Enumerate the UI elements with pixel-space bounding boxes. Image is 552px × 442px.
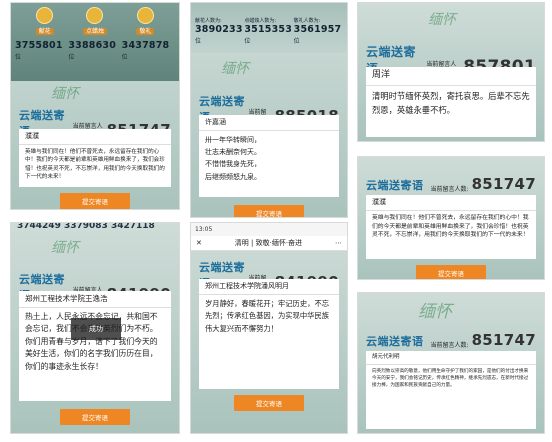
poem-line: 卅一年华转瞬间，	[205, 135, 261, 144]
calligraphy-logo: 缅怀	[221, 61, 249, 77]
message-card: 郑州工程技术学院王逸浩 热土上，人民永远不会忘记，共和国不会忘记，我们不会忘记英…	[19, 291, 171, 401]
message-card: 许嘉涵 卅一年华转瞬间， 壮志未酬奈何天。 不惜惜我身先死， 后继频频怒九泉。	[199, 115, 339, 197]
more-icon[interactable]: ⋯	[335, 239, 342, 247]
stat-flowers: 献花人数为: 3890233位	[195, 18, 243, 45]
submit-button[interactable]: 提交寄语	[60, 409, 130, 425]
poem-line: 后继频频怒九泉。	[205, 172, 261, 181]
screenshot-collage: 献花 点蜡烛 敬礼 3755801位 3388630位 3437878位 缅怀 …	[0, 0, 552, 442]
calligraphy-logo: 缅怀	[428, 12, 456, 28]
calligraphy-logo: 缅怀	[51, 240, 79, 256]
author-name: 胡元代利明	[366, 351, 536, 365]
poem-line: 不惜惜我身先死，	[205, 160, 261, 169]
stats-strip: 3744249 3379083 3427118	[17, 222, 155, 231]
author-name: 许嘉涵	[199, 115, 339, 131]
submit-button[interactable]: 提交寄语	[60, 193, 130, 209]
message-count: 851747	[471, 331, 536, 349]
submit-button[interactable]: 提交寄语	[416, 265, 486, 279]
author-name: 周洋	[366, 67, 536, 86]
stat-salutes: 敬礼人数为: 3561957位	[293, 18, 342, 45]
nav-bar: ✕ 清明 | 致敬·缅怀·奋进 ⋯	[191, 236, 347, 251]
message-text: 英雄与我们同在！他们不曾死去，永远留存在我们的心中！我们的今天都是前辈和英雄用鲜…	[372, 214, 529, 239]
candle-action[interactable]: 点蜡烛	[82, 7, 107, 35]
message-text: 向英烈致以崇高的敬意，他们用生命守护了我们的家园，是他们的付出才换来今天的安宁，…	[372, 368, 529, 388]
screen-panel-5: 3744249 3379083 3427118 缅怀 云端送寄语 当前留言人数:…	[10, 222, 180, 434]
screen-panel-6: 13:05 ✕ 清明 | 致敬·缅怀·奋进 ⋯ 云端送寄语 当前留言人数:841…	[190, 222, 348, 434]
message-text: 岁月静好，春暖花开；牢记历史，不忘先烈；传承红色基因，为实现中华民族伟大复兴而不…	[205, 298, 330, 333]
close-icon[interactable]: ✕	[196, 239, 202, 247]
message-card: 郑州工程技术学院潘风明月 岁月静好，春暖花开；牢记历史，不忘先烈；传承红色基因，…	[199, 279, 339, 389]
hero-banner: 献花 点蜡烛 敬礼 3755801位 3388630位 3437878位	[11, 3, 179, 81]
submit-button[interactable]: 提交寄语	[234, 205, 304, 217]
author-name: 濮濮	[19, 129, 171, 145]
message-card: 濮濮 英雄与我们同在！他们不曾死去，永远留存在我们的心中！我们的今天都是前辈和英…	[366, 195, 536, 259]
screen-panel-1: 献花 点蜡烛 敬礼 3755801位 3388630位 3437878位 缅怀 …	[10, 2, 180, 210]
author-name: 濮濮	[366, 195, 536, 211]
screen-panel-4: 云端送寄语 当前留言人数: 851747 濮濮 英雄与我们同在！他们不曾死去，永远…	[357, 156, 545, 280]
calligraphy-logo: 缅怀	[418, 302, 452, 322]
author-name: 郑州工程技术学院潘风明月	[199, 279, 339, 295]
screen-panel-2: 献花人数为: 3890233位 点蜡烛人数为: 3515353位 敬礼人数为: 356…	[190, 2, 348, 218]
author-name: 郑州工程技术学院王逸浩	[19, 291, 171, 308]
hero-banner: 献花人数为: 3890233位 点蜡烛人数为: 3515353位 敬礼人数为: 356…	[191, 3, 347, 53]
message-card: 胡元代利明 向英烈致以崇高的敬意，他们用生命守护了我们的家园，是他们的付出才换来…	[366, 351, 536, 429]
stat-candles: 3388630位	[68, 40, 116, 61]
poem-line: 壮志未酬奈何天。	[205, 148, 261, 157]
flower-icon	[36, 7, 54, 24]
message-text: 清明时节缅怀英烈，寄托哀思。后辈不忘先烈恩，英雄永垂不朽。	[372, 90, 530, 116]
calligraphy-logo: 缅怀	[51, 86, 79, 102]
page-title: 清明 | 致敬·缅怀·奋进	[234, 239, 303, 247]
message-card: 濮濮 英雄与我们同在！他们不曾死去，永远留存在我们的心中！我们的今天都是前辈和英…	[19, 129, 171, 187]
screen-panel-3: 缅怀 云端送寄语 当前留言人数:857801 周洋 清明时节缅怀英烈，寄托哀思。…	[357, 2, 545, 142]
candle-icon	[86, 7, 104, 24]
submit-button[interactable]: 提交寄语	[234, 395, 304, 411]
salute-icon	[136, 7, 154, 24]
screen-panel-7: 缅怀 云端送寄语 当前留言人数: 851747 胡元代利明 向英烈致以崇高的敬意，…	[357, 292, 545, 434]
message-card: 周洋 清明时节缅怀英烈，寄托哀思。后辈不忘先烈恩，英雄永垂不朽。	[366, 67, 536, 137]
app-logo: 云端送寄语	[366, 335, 424, 348]
stat-candles: 点蜡烛人数为: 3515353位	[244, 18, 292, 45]
stat-salutes: 3437878位	[121, 40, 170, 61]
status-bar: 13:05	[191, 223, 347, 236]
message-count: 851747	[471, 175, 536, 193]
success-toast: 成功	[71, 318, 121, 340]
salute-action[interactable]: 敬礼	[136, 7, 155, 35]
stat-flowers: 3755801位	[15, 40, 63, 61]
app-logo: 云端送寄语	[366, 179, 424, 192]
message-text: 英雄与我们同在！他们不曾死去，永远留存在我们的心中！我们的今天都是前辈和英雄用鲜…	[25, 148, 165, 181]
flower-action[interactable]: 献花	[35, 7, 54, 35]
